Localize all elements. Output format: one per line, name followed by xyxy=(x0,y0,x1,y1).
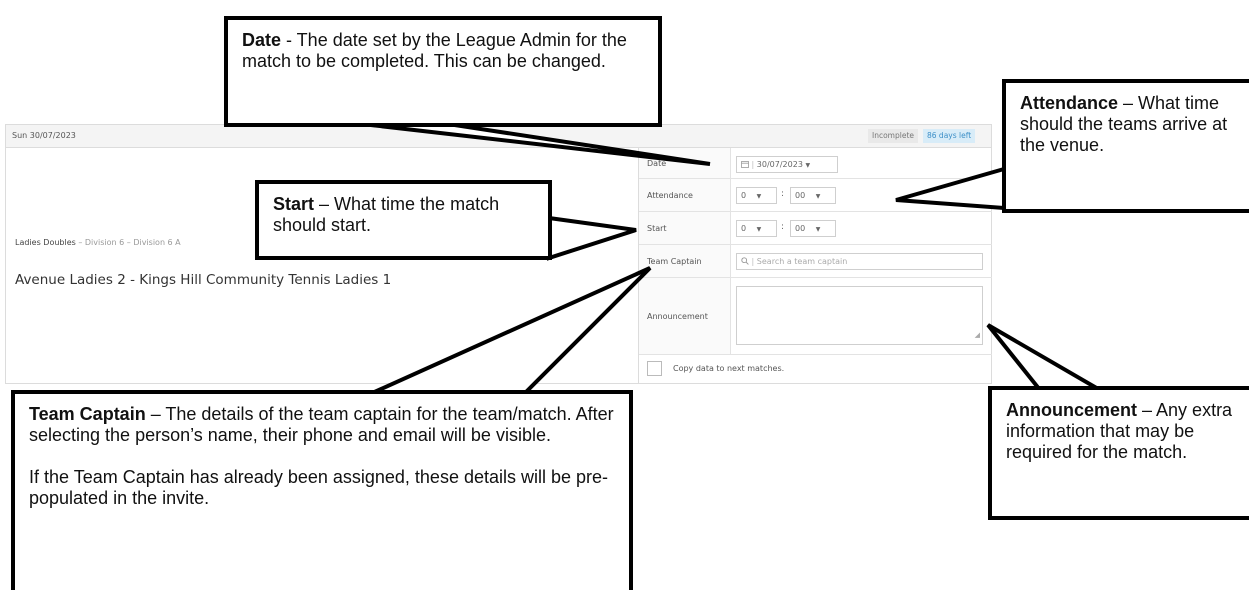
date-callout-pointer xyxy=(361,122,711,166)
start-callout-pointer xyxy=(547,215,637,261)
attendance-callout-pointer xyxy=(895,166,1006,211)
team-captain-callout: Team Captain – The details of the team c… xyxy=(11,390,633,590)
attendance-callout: Attendance – What time should the teams … xyxy=(1002,79,1249,213)
team-captain-callout-note: If the Team Captain has already been ass… xyxy=(29,467,609,508)
start-callout-title: Start xyxy=(273,194,315,214)
announcement-callout-pointer xyxy=(986,323,1108,392)
team-captain-callout-pointer xyxy=(369,266,652,396)
date-callout: Date - The date set by the League Admin … xyxy=(224,16,662,127)
attendance-callout-title: Attendance xyxy=(1020,93,1119,113)
date-callout-text: - The date set by the League Admin for t… xyxy=(242,30,627,71)
date-callout-title: Date xyxy=(242,30,282,50)
team-captain-callout-title: Team Captain xyxy=(29,404,146,424)
start-callout: Start – What time the match should start… xyxy=(255,180,552,260)
announcement-callout: Announcement – Any extra information tha… xyxy=(988,386,1249,520)
announcement-callout-title: Announcement xyxy=(1006,400,1138,420)
